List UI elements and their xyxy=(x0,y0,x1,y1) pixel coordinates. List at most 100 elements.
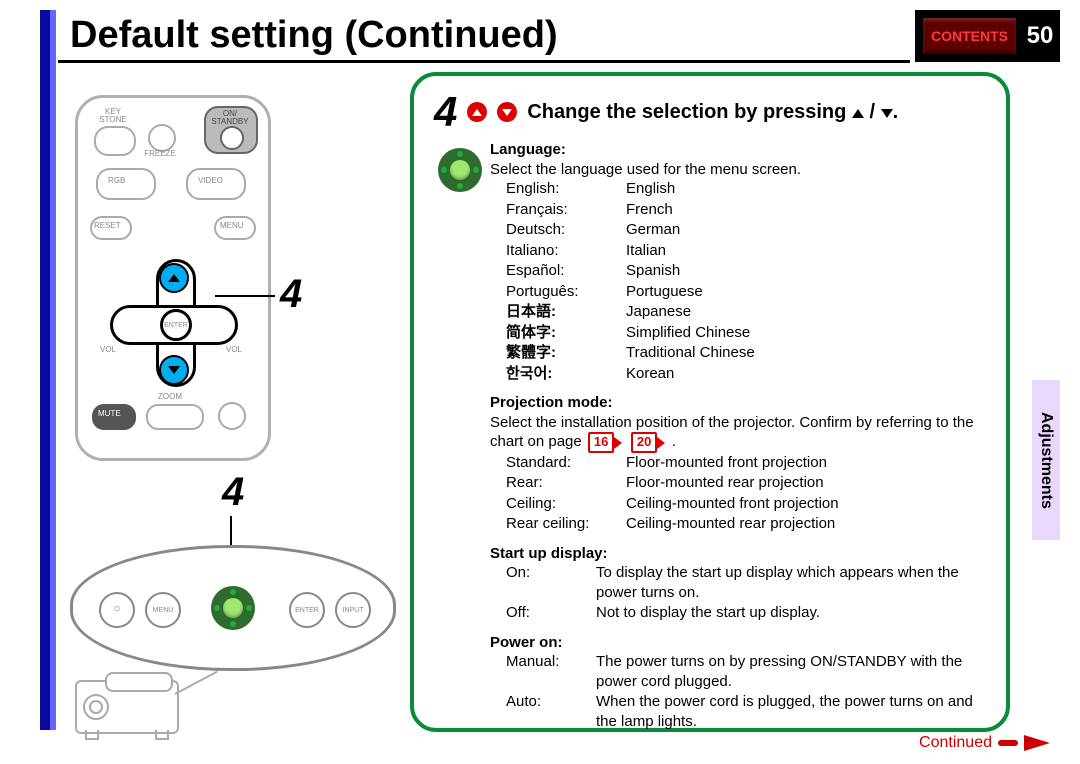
remote-dpad: ENTER xyxy=(124,273,222,371)
projection-desc: Select the installation position of the … xyxy=(490,413,986,453)
reset-label: RESET xyxy=(94,222,121,230)
callout-4-panel: 4 xyxy=(222,470,244,515)
table-cell-key: English: xyxy=(506,179,616,199)
freeze-label: FREEZE xyxy=(140,150,180,158)
enter-button: ENTER xyxy=(160,309,192,341)
table-cell-value: Ceiling-mounted rear projection xyxy=(626,514,986,534)
table-cell-key: Español: xyxy=(506,261,616,281)
left-accent-stripe xyxy=(40,10,60,730)
table-cell-value: Portuguese xyxy=(626,282,986,302)
table-cell-value: German xyxy=(626,220,986,240)
step-title-suffix: . xyxy=(893,101,899,123)
table-cell-key: Rear ceiling: xyxy=(506,514,616,534)
projection-desc-pre: Select the installation position of the … xyxy=(490,414,974,451)
vol-plus-label: VOL xyxy=(226,346,242,354)
language-desc: Select the language used for the menu sc… xyxy=(490,160,986,180)
zoom-rocker xyxy=(146,404,204,430)
table-cell-value: Floor-mounted rear projection xyxy=(626,473,986,493)
zoom-label: ZOOM xyxy=(158,393,182,401)
projection-desc-post: . xyxy=(672,433,676,450)
contents-button[interactable]: CONTENTS xyxy=(923,18,1016,54)
table-cell-value: Not to display the start up display. xyxy=(596,603,986,623)
table-cell-value: English xyxy=(626,179,986,199)
table-cell-value: To display the start up display which ap… xyxy=(596,563,986,602)
table-cell-key: Português: xyxy=(506,282,616,302)
remote-control-diagram: KEY STONE ON/ STANDBY FREEZE RGB VIDEO R… xyxy=(75,95,271,461)
table-cell-key: Auto: xyxy=(506,692,586,731)
table-cell-value: Korean xyxy=(626,364,986,384)
video-label: VIDEO xyxy=(198,177,223,185)
table-cell-key: 简体字: xyxy=(506,323,616,343)
continued-indicator: Continued xyxy=(919,734,1050,752)
table-cell-key: Italiano: xyxy=(506,241,616,261)
table-cell-key: Off: xyxy=(506,603,586,623)
startup-table: On: To display the start up display which… xyxy=(506,563,986,623)
table-cell-key: 한국어: xyxy=(506,364,616,384)
callout-4-remote: 4 xyxy=(280,272,302,317)
up-button-icon xyxy=(467,102,487,122)
table-cell-value: Italian xyxy=(626,241,986,261)
panel-menu-button: MENU xyxy=(145,592,181,628)
step-title-prefix: Change the selection by pressing xyxy=(527,101,846,123)
title-up-icon xyxy=(852,109,864,118)
continued-arrow-icon xyxy=(1024,735,1050,751)
vol-minus-label: VOL xyxy=(100,346,116,354)
title-underline xyxy=(58,60,910,63)
step-panel: 4 Change the selection by pressing / . L… xyxy=(410,72,1010,732)
table-cell-key: Manual: xyxy=(506,652,586,691)
table-cell-value: Japanese xyxy=(626,302,986,322)
panel-input-button: INPUT xyxy=(335,592,371,628)
projector-diagram xyxy=(75,680,179,734)
table-cell-key: 繁體字: xyxy=(506,343,616,363)
panel-enter-button: ENTER xyxy=(289,592,325,628)
panel-dpad-inline-icon xyxy=(438,148,482,192)
callout-line-remote xyxy=(215,295,275,297)
language-heading: Language: xyxy=(490,140,986,160)
continued-arrow-tail-icon xyxy=(998,740,1018,746)
keystone-label: KEY STONE xyxy=(96,108,130,124)
table-cell-key: 日本語: xyxy=(506,302,616,322)
projection-heading: Projection mode: xyxy=(490,393,986,413)
poweron-heading: Power on: xyxy=(490,633,986,653)
table-cell-key: Français: xyxy=(506,200,616,220)
table-cell-value: French xyxy=(626,200,986,220)
page-number: 50 xyxy=(1020,10,1060,62)
down-button-icon xyxy=(497,102,517,122)
keystone-button xyxy=(94,126,136,156)
table-cell-value: Floor-mounted front projection xyxy=(626,453,986,473)
table-cell-key: Deutsch: xyxy=(506,220,616,240)
poweron-table: Manual: The power turns on by pressing ON… xyxy=(506,652,986,731)
continued-label: Continued xyxy=(919,734,992,752)
rgb-label: RGB xyxy=(108,177,125,185)
table-cell-key: Rear: xyxy=(506,473,616,493)
rgb-button xyxy=(96,168,156,200)
table-cell-key: On: xyxy=(506,563,586,602)
page-header-box: CONTENTS 50 xyxy=(915,10,1060,62)
page-title: Default setting (Continued) xyxy=(70,14,558,57)
step-title: Change the selection by pressing / . xyxy=(527,101,898,124)
table-cell-value: When the power cord is plugged, the powe… xyxy=(596,692,986,731)
standby-label: ON/ STANDBY xyxy=(210,110,250,126)
freeze-button xyxy=(148,124,176,152)
projection-table: Standard: Floor-mounted front projection R… xyxy=(506,453,986,534)
table-cell-value: Spanish xyxy=(626,261,986,281)
table-cell-value: Simplified Chinese xyxy=(626,323,986,343)
panel-power-icon: ⏻ xyxy=(99,592,135,628)
page-ref-20[interactable]: 20 xyxy=(631,432,657,453)
standby-group: ON/ STANDBY xyxy=(204,106,258,154)
table-cell-value: The power turns on by pressing ON/STANDB… xyxy=(596,652,986,691)
title-down-icon xyxy=(881,109,893,118)
section-tab-label: Adjustments xyxy=(1037,412,1055,509)
dpad-down-icon xyxy=(159,355,189,385)
language-table: English: English Français: French Deutsch: Ge… xyxy=(506,179,986,383)
table-cell-key: Standard: xyxy=(506,453,616,473)
top-control-panel-diagram: ⏻ MENU ENTER INPUT xyxy=(70,545,396,671)
proj-connector-line xyxy=(175,671,218,695)
step-header: 4 Change the selection by pressing / . xyxy=(434,88,986,136)
page-ref-16[interactable]: 16 xyxy=(588,432,614,453)
table-cell-key: Ceiling: xyxy=(506,494,616,514)
dpad-up-icon xyxy=(159,263,189,293)
table-cell-value: Ceiling-mounted front projection xyxy=(626,494,986,514)
section-tab-adjustments[interactable]: Adjustments xyxy=(1032,380,1060,540)
startup-heading: Start up display: xyxy=(490,544,986,564)
